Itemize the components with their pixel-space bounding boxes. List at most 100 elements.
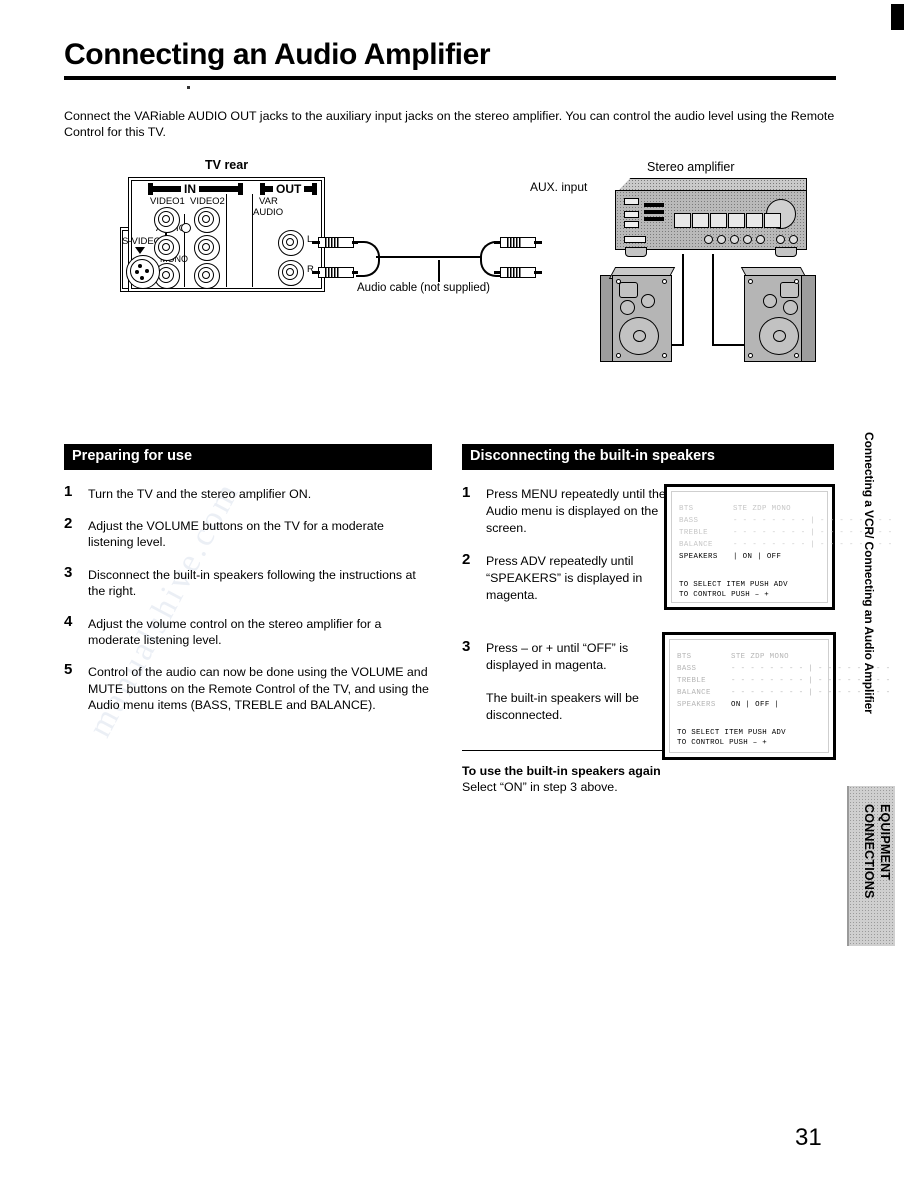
- amplifier-dial-1: [704, 235, 713, 244]
- speaker-right-port: [763, 294, 777, 308]
- speaker-right: [744, 275, 804, 362]
- aux-input-label: AUX. input: [530, 180, 588, 194]
- amplifier-bar-2: [644, 210, 664, 214]
- osd-row-value: STE ZDP MONO: [731, 653, 790, 661]
- osd-row-label: BASS: [679, 517, 699, 525]
- var-audio-out-l-jack: [278, 230, 304, 256]
- manual-page: manualshive.com Connecting an Audio Ampl…: [0, 0, 918, 1185]
- amplifier-button-6: [764, 213, 781, 228]
- step-text: Adjust the VOLUME buttons on the TV for …: [88, 518, 384, 550]
- step-number: 1: [462, 483, 471, 501]
- running-head-tab: Connecting a VCR/ Connecting an Audio Am…: [862, 432, 876, 714]
- amplifier-button-5: [746, 213, 763, 228]
- rca-plug-tv-l: [312, 237, 358, 248]
- amplifier-bar-1: [644, 203, 664, 207]
- speaker-left-woofer-cap: [633, 330, 646, 342]
- amplifier-dial-2: [717, 235, 726, 244]
- speaker-left-tweeter: [619, 282, 638, 298]
- osd-screenshot-speakers-off: BTS STE ZDP MONO BASS - - - - - - - - | …: [662, 632, 890, 760]
- disconnect-note: The built-in speakers will be disconnect…: [486, 690, 639, 722]
- speaker-left-port: [641, 294, 655, 308]
- list-item: 4 Adjust the volume control on the stere…: [64, 612, 432, 649]
- list-item: 1 Turn the TV and the stereo amplifier O…: [64, 483, 432, 502]
- list-item: 2 Press ADV repeatedly until “SPEAKERS” …: [462, 551, 676, 604]
- video1-label: VIDEO1: [150, 196, 185, 207]
- osd-row-label: TREBLE: [677, 677, 707, 685]
- step-number: 3: [462, 637, 471, 655]
- speaker-left: [612, 275, 672, 362]
- speaker-wire-right-run: [712, 344, 744, 346]
- osd-row-label-speakers: SPEAKERS: [679, 553, 718, 561]
- speaker-right-screw-3: [748, 353, 753, 358]
- page-number: 31: [795, 1124, 822, 1151]
- amplifier-foot-right: [775, 247, 797, 257]
- audio-in2-l-jack: [194, 235, 220, 261]
- speaker-left-screw-3: [616, 353, 621, 358]
- speaker-wire-left: [682, 254, 684, 346]
- speaker-right-tweeter: [780, 282, 799, 298]
- step-number: 3: [64, 563, 73, 581]
- footnote: To use the built-in speakers again Selec…: [462, 763, 834, 796]
- speaker-right-screw-1: [748, 279, 753, 284]
- amplifier-switch-2: [624, 211, 639, 218]
- speaker-right-woofer-cap: [773, 330, 786, 342]
- disconnecting-heading: Disconnecting the built-in speakers: [462, 444, 834, 470]
- speaker-left-screw-2: [662, 279, 667, 284]
- tv-rear-label: TV rear: [205, 158, 249, 172]
- list-item: 3 Press – or + until “OFF” is displayed …: [462, 637, 676, 674]
- page-title: Connecting an Audio Amplifier: [64, 38, 491, 71]
- speaker-left-screw-4: [662, 353, 667, 358]
- panel-divider-2: [226, 194, 228, 287]
- amplifier-dial-3: [730, 235, 739, 244]
- connection-diagram: TV rear IN OUT VIDEO1 VIDEO2 VAR AUDIO A…: [60, 150, 860, 420]
- var-label: VAR: [259, 196, 278, 207]
- step-text: Turn the TV and the stereo amplifier ON.: [88, 486, 312, 501]
- step-number: 4: [64, 612, 73, 630]
- cable-run-main: [376, 256, 482, 258]
- speaker-left-mid: [620, 300, 635, 315]
- osd-row-label: BTS: [679, 505, 694, 513]
- osd-row-label: BALANCE: [677, 689, 711, 697]
- video2-jack: [194, 207, 220, 233]
- title-rule: [64, 76, 836, 80]
- speaker-right-screw-2: [794, 279, 799, 284]
- step-text: Press ADV repeatedly until “SPEAKERS” is…: [486, 553, 643, 602]
- amplifier-body: [615, 190, 807, 250]
- amplifier-dial-7: [789, 235, 798, 244]
- osd-row-value-speakers: ON | OFF |: [731, 701, 780, 709]
- panel-divider-3: [252, 194, 254, 287]
- osd-row-label: TREBLE: [679, 529, 709, 537]
- footnote-title: To use the built-in speakers again: [462, 763, 661, 778]
- osd-row-value-speakers: | ON | OFF: [733, 553, 782, 561]
- rca-plug-amp-r: [494, 267, 542, 278]
- out-label: OUT: [273, 182, 305, 196]
- corner-registration-mark: [891, 4, 904, 30]
- osd-screenshot-speakers-on: BTS STE ZDP MONO BASS - - - - - - - - | …: [664, 484, 892, 610]
- amplifier-dial-5: [756, 235, 765, 244]
- speaker-right-screw-4: [794, 353, 799, 358]
- list-item: 5 Control of the audio can now be done u…: [64, 661, 432, 713]
- step-number: 5: [64, 661, 73, 679]
- video2-label: VIDEO2: [190, 196, 225, 207]
- cable-loop-tv: [356, 241, 380, 277]
- step-text: Press MENU repeatedly until the Audio me…: [486, 486, 666, 535]
- intro-paragraph: Connect the VARiable AUDIO OUT jacks to …: [64, 109, 835, 139]
- amplifier-bar-3: [644, 217, 664, 221]
- rca-plug-amp-l: [494, 237, 542, 248]
- cable-callout-line: [438, 260, 440, 282]
- audio-in-l-jack: [154, 235, 180, 261]
- section-tab-label: EQUIPMENT CONNECTIONS: [862, 804, 892, 899]
- audio-cable-label: Audio cable (not supplied): [357, 282, 490, 294]
- svideo-triangle-marker: [135, 247, 145, 254]
- var-audio-out-r-jack: [278, 260, 304, 286]
- svideo-connector: [126, 255, 160, 289]
- osd-footer-line2: TO CONTROL PUSH – +: [679, 591, 769, 599]
- amplifier-foot-left: [625, 247, 647, 257]
- audio-out-label: AUDIO: [253, 207, 284, 218]
- in-label: IN: [181, 182, 199, 196]
- step-text: Adjust the volume control on the stereo …: [88, 616, 382, 647]
- osd-footer-line2: TO CONTROL PUSH – +: [677, 739, 767, 747]
- speaker-left-screw-1: [616, 279, 621, 284]
- amplifier-dial-6: [776, 235, 785, 244]
- stray-dot: [187, 86, 190, 89]
